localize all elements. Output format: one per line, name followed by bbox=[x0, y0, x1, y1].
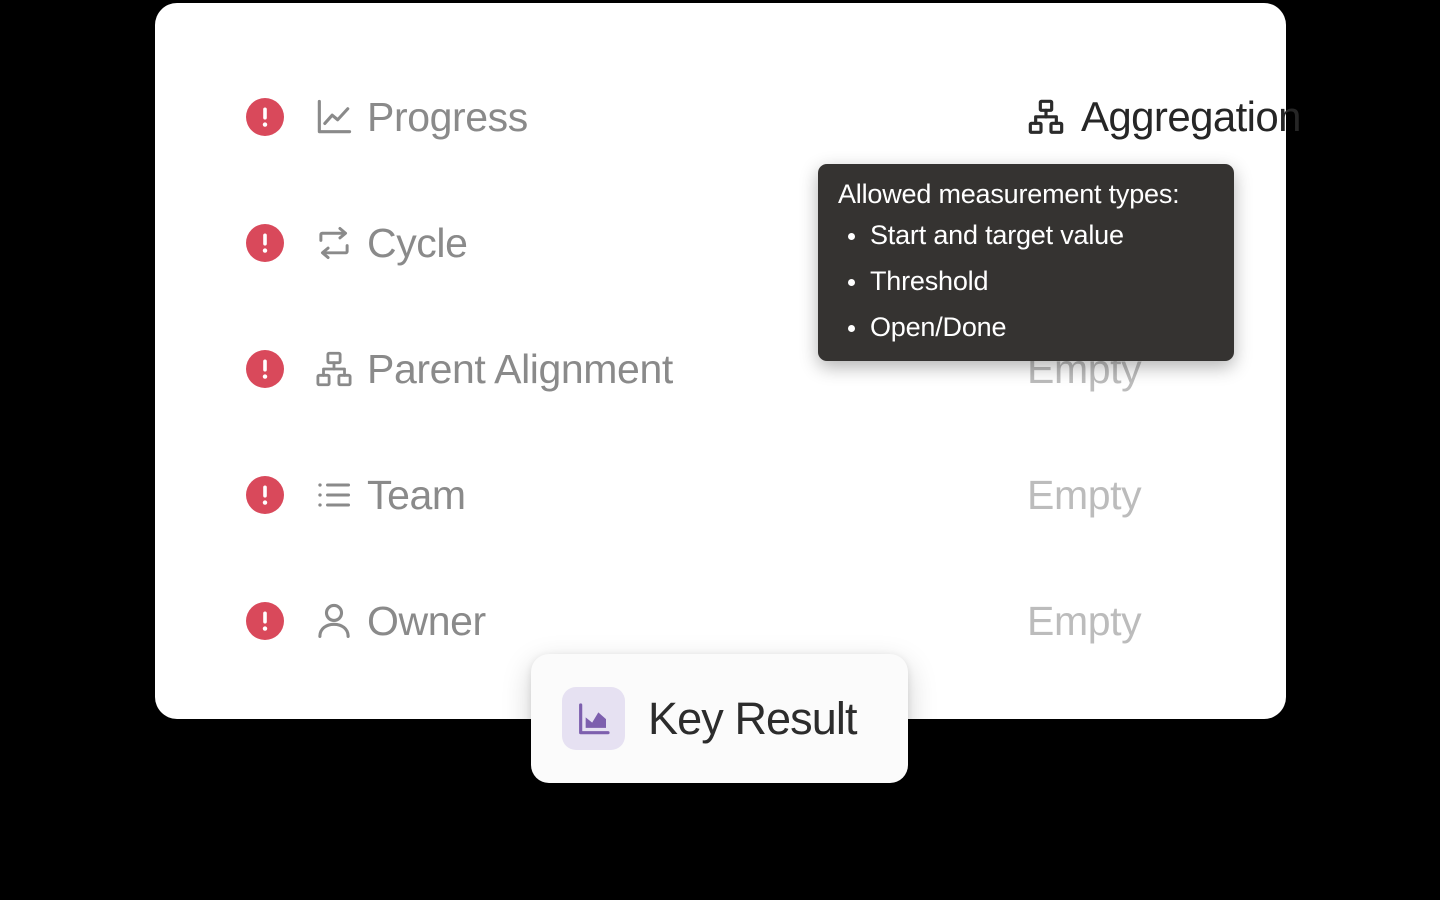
tooltip-list: Start and target value Threshold Open/Do… bbox=[838, 220, 1214, 344]
error-alert-icon bbox=[246, 602, 284, 640]
error-alert-icon bbox=[246, 224, 284, 262]
area-chart-icon bbox=[562, 687, 625, 750]
tooltip-list-item: Start and target value bbox=[838, 220, 1214, 252]
tooltip-list-item: Threshold bbox=[838, 266, 1214, 298]
tooltip-list-item: Open/Done bbox=[838, 312, 1214, 344]
line-chart-icon bbox=[311, 95, 357, 139]
error-alert-icon bbox=[246, 476, 284, 514]
user-icon bbox=[311, 599, 357, 643]
error-alert-icon bbox=[246, 350, 284, 388]
list-icon bbox=[311, 474, 357, 516]
field-label: Cycle bbox=[367, 219, 468, 266]
field-label: Parent Alignment bbox=[367, 345, 673, 392]
allowed-measurement-types-tooltip: Allowed measurement types: Start and tar… bbox=[818, 164, 1234, 362]
repeat-cycle-icon bbox=[311, 222, 357, 264]
key-result-badge[interactable]: Key Result bbox=[531, 654, 908, 783]
tooltip-title: Allowed measurement types: bbox=[838, 179, 1180, 209]
hierarchy-icon bbox=[311, 348, 357, 390]
key-result-label: Key Result bbox=[648, 693, 858, 744]
field-value[interactable]: Empty bbox=[1027, 600, 1142, 642]
aggregation-label: Aggregation bbox=[1081, 93, 1302, 140]
field-label: Team bbox=[367, 471, 466, 518]
error-alert-icon bbox=[246, 98, 284, 136]
field-row-team[interactable]: Team Empty bbox=[246, 467, 1246, 523]
field-label: Progress bbox=[367, 93, 528, 140]
hierarchy-icon bbox=[1024, 97, 1068, 137]
field-label: Owner bbox=[367, 597, 486, 644]
field-row-owner[interactable]: Owner Empty bbox=[246, 593, 1246, 649]
field-value[interactable]: Empty bbox=[1027, 474, 1142, 516]
aggregation-header[interactable]: Aggregation bbox=[1024, 89, 1302, 145]
